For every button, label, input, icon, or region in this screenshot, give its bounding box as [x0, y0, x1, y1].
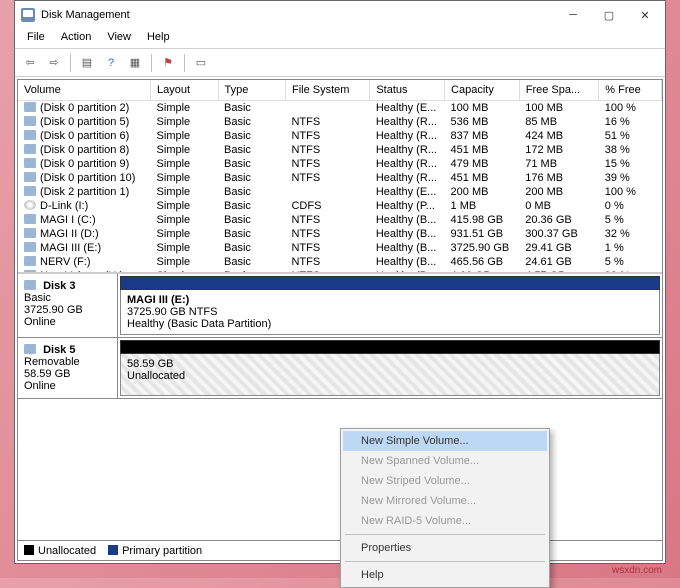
- help-icon[interactable]: ?: [100, 52, 122, 74]
- disk-row: Disk 5Removable58.59 GBOnline58.59 GBUna…: [18, 338, 662, 399]
- drive-icon: [24, 228, 36, 238]
- column-header[interactable]: Layout: [151, 80, 218, 100]
- volume-row[interactable]: D-Link (I:)SimpleBasicCDFSHealthy (P...1…: [18, 199, 662, 213]
- column-header[interactable]: Type: [218, 80, 285, 100]
- close-button[interactable]: ✕: [627, 1, 663, 29]
- cd-icon: [24, 200, 36, 210]
- column-header[interactable]: Status: [370, 80, 445, 100]
- toolbar-divider: [184, 54, 185, 72]
- disk-icon: [24, 280, 36, 290]
- legend-item: Unallocated: [24, 545, 96, 557]
- drive-icon: [24, 158, 36, 168]
- context-menu-item[interactable]: Properties: [343, 538, 547, 558]
- context-menu[interactable]: New Simple Volume...New Spanned Volume..…: [340, 428, 550, 588]
- toolbar-divider: [151, 54, 152, 72]
- drive-icon: [24, 116, 36, 126]
- watermark: wsxdn.com: [612, 565, 662, 576]
- drive-icon: [24, 144, 36, 154]
- volume-row[interactable]: (Disk 0 partition 8)SimpleBasicNTFSHealt…: [18, 143, 662, 157]
- maximize-button[interactable]: ▢: [591, 1, 627, 29]
- context-menu-item[interactable]: Help: [343, 565, 547, 585]
- column-header[interactable]: File System: [285, 80, 369, 100]
- context-menu-item: New Spanned Volume...: [343, 451, 547, 471]
- volume-row[interactable]: (Disk 0 partition 10)SimpleBasicNTFSHeal…: [18, 171, 662, 185]
- context-menu-item[interactable]: New Simple Volume...: [343, 431, 547, 451]
- list-icon[interactable]: ▤: [76, 52, 98, 74]
- drive-icon: [24, 102, 36, 112]
- column-header[interactable]: Capacity: [445, 80, 520, 100]
- volume-row[interactable]: (Disk 0 partition 2)SimpleBasicHealthy (…: [18, 100, 662, 115]
- volume-row[interactable]: (Disk 0 partition 9)SimpleBasicNTFSHealt…: [18, 157, 662, 171]
- panel-icon[interactable]: ▭: [190, 52, 212, 74]
- column-header[interactable]: % Free: [599, 80, 662, 100]
- menu-file[interactable]: File: [19, 29, 53, 48]
- menu-separator: [345, 534, 545, 535]
- window-title: Disk Management: [41, 9, 555, 21]
- volume-row[interactable]: MAGI III (E:)SimpleBasicNTFSHealthy (B..…: [18, 241, 662, 255]
- drive-icon: [24, 130, 36, 140]
- disk-icon: [24, 344, 36, 354]
- forward-button[interactable]: ⇨: [43, 52, 65, 74]
- menu-separator: [345, 561, 545, 562]
- partition-bar[interactable]: [120, 276, 660, 290]
- titlebar[interactable]: Disk Management ─ ▢ ✕: [15, 1, 665, 29]
- partition-info[interactable]: 58.59 GBUnallocated: [120, 354, 660, 396]
- disk-row: Disk 3Basic3725.90 GBOnlineMAGI III (E:)…: [18, 274, 662, 338]
- grid-icon[interactable]: ▦: [124, 52, 146, 74]
- volume-row[interactable]: MAGI I (C:)SimpleBasicNTFSHealthy (B...4…: [18, 213, 662, 227]
- drive-icon: [24, 186, 36, 196]
- menu-action[interactable]: Action: [53, 29, 100, 48]
- column-header[interactable]: Free Spa...: [519, 80, 599, 100]
- minimize-button[interactable]: ─: [555, 1, 591, 29]
- menu-view[interactable]: View: [99, 29, 139, 48]
- drive-icon: [24, 256, 36, 266]
- disk-header[interactable]: Disk 5Removable58.59 GBOnline: [18, 338, 118, 398]
- volume-table: VolumeLayoutTypeFile SystemStatusCapacit…: [18, 80, 662, 274]
- disk-body: MAGI III (E:)3725.90 GB NTFSHealthy (Bas…: [118, 274, 662, 337]
- drive-icon: [24, 242, 36, 252]
- volume-row[interactable]: MAGI II (D:)SimpleBasicNTFSHealthy (B...…: [18, 227, 662, 241]
- drive-icon: [24, 172, 36, 182]
- menu-help[interactable]: Help: [139, 29, 178, 48]
- legend-item: Primary partition: [108, 545, 202, 557]
- toolbar: ⇦ ⇨ ▤ ? ▦ ⚑ ▭: [15, 49, 665, 77]
- context-menu-item: New RAID-5 Volume...: [343, 511, 547, 531]
- drive-icon: [24, 214, 36, 224]
- volume-row[interactable]: NERV (F:)SimpleBasicNTFSHealthy (B...465…: [18, 255, 662, 269]
- volume-row[interactable]: (Disk 0 partition 6)SimpleBasicNTFSHealt…: [18, 129, 662, 143]
- context-menu-item: New Mirrored Volume...: [343, 491, 547, 511]
- partition-bar[interactable]: [120, 340, 660, 354]
- back-button[interactable]: ⇦: [19, 52, 41, 74]
- toolbar-divider: [70, 54, 71, 72]
- volume-list-pane[interactable]: VolumeLayoutTypeFile SystemStatusCapacit…: [18, 80, 662, 274]
- volume-row[interactable]: (Disk 0 partition 5)SimpleBasicNTFSHealt…: [18, 115, 662, 129]
- volume-row[interactable]: (Disk 2 partition 1)SimpleBasicHealthy (…: [18, 185, 662, 199]
- partition-info[interactable]: MAGI III (E:)3725.90 GB NTFSHealthy (Bas…: [120, 290, 660, 335]
- app-icon: [21, 8, 35, 22]
- column-header[interactable]: Volume: [18, 80, 151, 100]
- context-menu-item: New Striped Volume...: [343, 471, 547, 491]
- disk-header[interactable]: Disk 3Basic3725.90 GBOnline: [18, 274, 118, 337]
- menubar: File Action View Help: [15, 29, 665, 49]
- flag-icon[interactable]: ⚑: [157, 52, 179, 74]
- disk-body: 58.59 GBUnallocated: [118, 338, 662, 398]
